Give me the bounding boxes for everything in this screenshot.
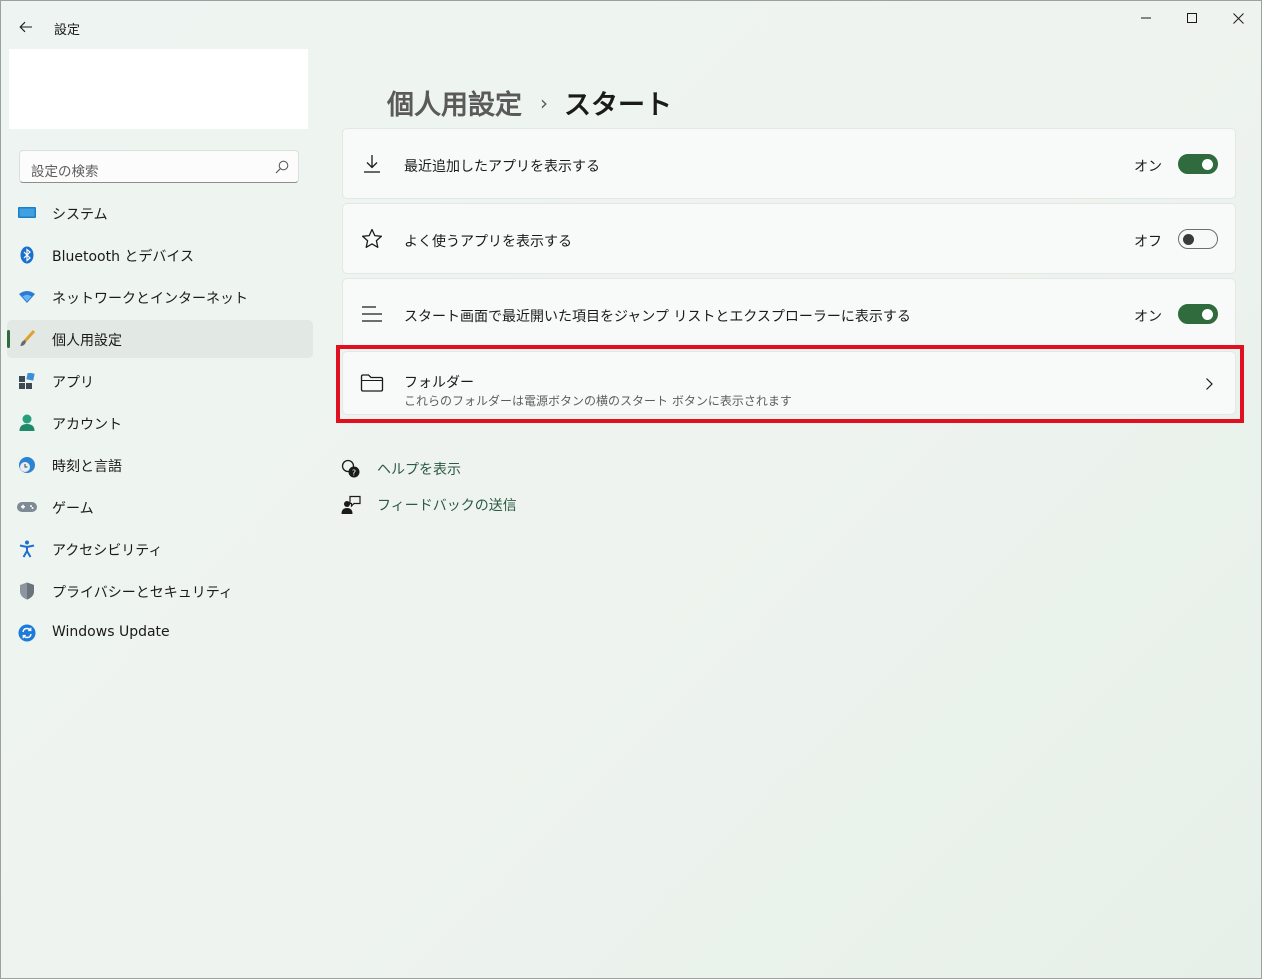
setting-card-folders[interactable]: フォルダー これらのフォルダーは電源ボタンの横のスタート ボタンに表示されます: [342, 351, 1236, 415]
sidebar-item-windows-update[interactable]: Windows Update: [7, 614, 313, 652]
breadcrumb-parent-link[interactable]: 個人用設定: [387, 83, 522, 122]
setting-card-frequent-apps: よく使うアプリを表示する オフ: [342, 203, 1236, 274]
sidebar-item-label: アクセシビリティ: [52, 543, 163, 559]
selection-indicator: [7, 330, 10, 348]
breadcrumb-separator: ›: [540, 90, 548, 115]
sidebar-item-system[interactable]: システム: [7, 194, 313, 232]
help-link-text: ヘルプを表示: [377, 462, 461, 478]
sidebar-nav: システム Bluetooth とデバイス ネットワークとインターネット 個人用設…: [7, 194, 313, 656]
sidebar-item-network[interactable]: ネットワークとインターネット: [7, 278, 313, 316]
system-monitor-icon: [17, 203, 37, 223]
sidebar-item-label: アカウント: [52, 417, 122, 433]
toggle-state-text: オン: [1134, 159, 1162, 175]
sidebar-item-bluetooth[interactable]: Bluetooth とデバイス: [7, 236, 313, 274]
feedback-link[interactable]: フィードバックの送信: [341, 495, 517, 515]
list-lines-icon: [360, 302, 384, 326]
recent-apps-toggle[interactable]: [1178, 154, 1218, 174]
apps-icon: [17, 371, 37, 391]
setting-card-recent-apps: 最近追加したアプリを表示する オン: [342, 128, 1236, 199]
breadcrumb: 個人用設定 › スタート: [387, 83, 672, 122]
star-icon: [360, 227, 384, 251]
svg-text:?: ?: [352, 469, 356, 478]
setting-card-recent-items: スタート画面で最近開いた項目をジャンプ リストとエクスプローラーに表示する オン: [342, 278, 1236, 349]
setting-label: よく使うアプリを表示する: [404, 234, 572, 250]
setting-description: これらのフォルダーは電源ボタンの横のスタート ボタンに表示されます: [404, 394, 792, 408]
toggle-knob: [1202, 159, 1213, 170]
setting-label: フォルダー: [404, 375, 474, 391]
minimize-button[interactable]: [1123, 1, 1169, 35]
sidebar-item-accessibility[interactable]: アクセシビリティ: [7, 530, 313, 568]
search-input[interactable]: 設定の検索: [19, 150, 299, 183]
account-person-icon: [17, 413, 37, 433]
toggle-state-text: オフ: [1134, 234, 1162, 250]
back-arrow-icon: [19, 21, 32, 33]
personalization-brush-icon: [17, 329, 37, 349]
recent-items-toggle[interactable]: [1178, 304, 1218, 324]
help-chat-icon: ?: [341, 459, 361, 479]
sidebar-item-privacy[interactable]: プライバシーとセキュリティ: [7, 572, 313, 610]
help-link[interactable]: ? ヘルプを表示: [341, 459, 461, 479]
sidebar-item-apps[interactable]: アプリ: [7, 362, 313, 400]
sidebar-item-label: プライバシーとセキュリティ: [52, 585, 233, 601]
window-title: 設定: [54, 23, 81, 38]
close-icon: [1232, 12, 1244, 24]
page-title: スタート: [564, 90, 672, 121]
minimize-icon: [1141, 17, 1151, 19]
toggle-state-text: オン: [1134, 309, 1162, 325]
setting-label: スタート画面で最近開いた項目をジャンプ リストとエクスプローラーに表示する: [404, 309, 911, 325]
bluetooth-icon: [17, 245, 37, 265]
sidebar-item-label: Windows Update: [52, 624, 170, 640]
sidebar-item-time-language[interactable]: 時刻と言語: [7, 446, 313, 484]
chevron-right-icon: [1206, 378, 1213, 390]
search-icon: [275, 160, 289, 174]
shield-icon: [17, 581, 37, 601]
toggle-knob: [1183, 234, 1194, 245]
toggle-knob: [1202, 309, 1213, 320]
title-bar: 設定: [1, 1, 1261, 49]
settings-window: 設定 設定の検索 システム Bluetooth とデバイス ネットワークとインタ…: [0, 0, 1262, 979]
gamepad-icon: [17, 497, 37, 517]
folder-icon: [360, 371, 384, 395]
close-button[interactable]: [1215, 1, 1261, 35]
search-placeholder: 設定の検索: [31, 164, 99, 180]
sidebar-item-accounts[interactable]: アカウント: [7, 404, 313, 442]
sidebar-item-label: Bluetooth とデバイス: [52, 249, 194, 265]
sidebar-item-label: ゲーム: [52, 501, 94, 517]
frequent-apps-toggle[interactable]: [1178, 229, 1218, 249]
feedback-link-text: フィードバックの送信: [377, 498, 517, 514]
time-language-icon: [17, 455, 37, 475]
sidebar-item-label: 時刻と言語: [52, 459, 122, 475]
account-profile-card[interactable]: [9, 49, 308, 129]
download-icon: [360, 152, 384, 176]
maximize-button[interactable]: [1169, 1, 1215, 35]
sidebar-item-label: アプリ: [52, 375, 94, 391]
back-button[interactable]: [11, 13, 41, 41]
network-wifi-icon: [17, 287, 37, 307]
accessibility-icon: [17, 539, 37, 559]
maximize-icon: [1187, 13, 1197, 23]
sidebar-item-gaming[interactable]: ゲーム: [7, 488, 313, 526]
sidebar-item-label: 個人用設定: [52, 333, 122, 349]
setting-label: 最近追加したアプリを表示する: [404, 159, 600, 175]
sidebar-item-personalization[interactable]: 個人用設定: [7, 320, 313, 358]
windows-update-icon: [17, 623, 37, 643]
sidebar-item-label: システム: [52, 207, 108, 223]
sidebar-item-label: ネットワークとインターネット: [52, 291, 248, 307]
feedback-person-icon: [341, 495, 361, 515]
